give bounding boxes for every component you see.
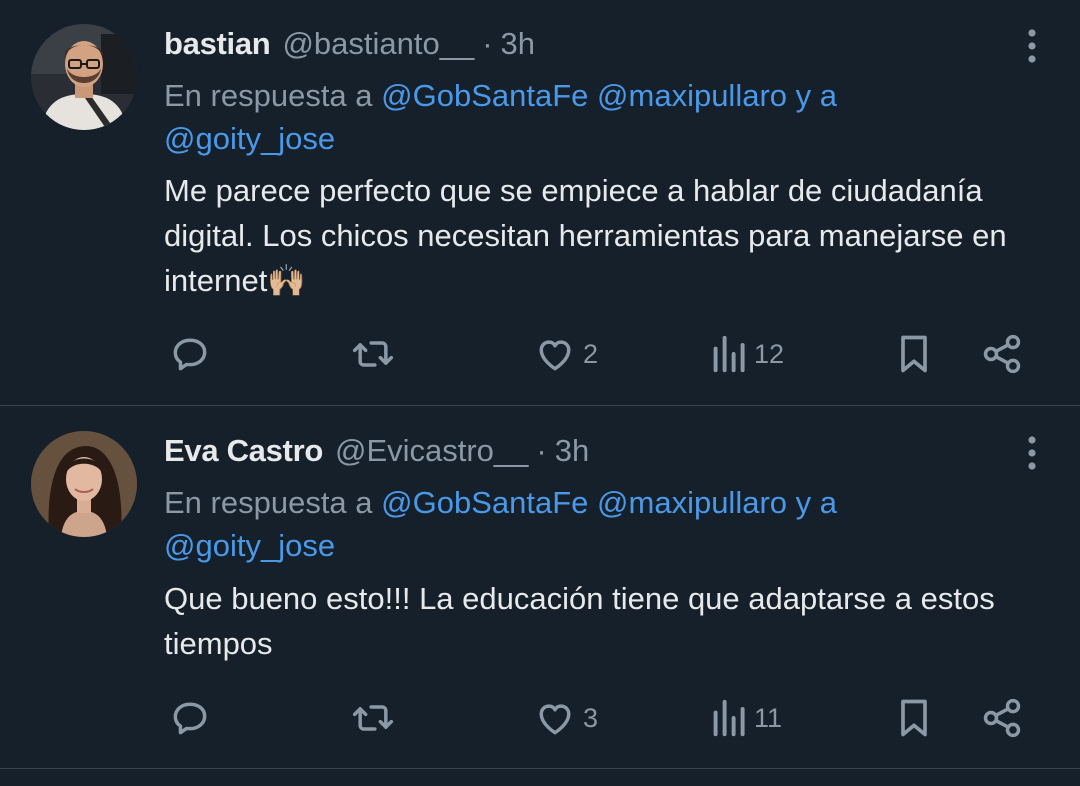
share-button[interactable] bbox=[980, 688, 1024, 748]
mention-link[interactable]: @maxipullaro bbox=[597, 78, 787, 113]
like-icon bbox=[539, 704, 571, 735]
reply-context: En respuesta a @GobSantaFe @maxipullaro … bbox=[164, 481, 1044, 567]
retweet-icon bbox=[352, 341, 394, 367]
mention-joiner: y a bbox=[787, 485, 837, 520]
author-name[interactable]: Eva Castro bbox=[164, 433, 323, 469]
tweet-header: bastian @bastianto__ · 3h bbox=[164, 24, 535, 64]
like-button[interactable]: 2 bbox=[533, 324, 598, 384]
reply-button[interactable] bbox=[168, 324, 212, 384]
like-icon bbox=[539, 340, 571, 371]
timeline: bastian @bastianto__ · 3h En respuesta a… bbox=[0, 0, 1080, 786]
timestamp[interactable]: 3h bbox=[555, 433, 589, 469]
tweet-text: Me parece perfecto que se empiece a habl… bbox=[164, 173, 1007, 298]
avatar[interactable] bbox=[31, 24, 137, 130]
like-count: 2 bbox=[583, 338, 599, 369]
more-vertical-icon bbox=[1028, 29, 1036, 63]
reply-prefix: En respuesta a bbox=[164, 78, 382, 113]
tweet-actions: 3 11 bbox=[0, 688, 1080, 748]
share-icon bbox=[983, 334, 1021, 374]
more-options-button[interactable] bbox=[1022, 26, 1042, 66]
mention-link[interactable]: @goity_jose bbox=[164, 528, 335, 563]
tweet-header: Eva Castro @Evicastro__ · 3h bbox=[164, 431, 589, 471]
views-icon bbox=[713, 699, 745, 737]
tweet[interactable]: bastian @bastianto__ · 3h En respuesta a… bbox=[0, 0, 1080, 406]
retweet-button[interactable] bbox=[350, 688, 396, 748]
views-button[interactable]: 12 bbox=[712, 324, 784, 384]
bookmark-icon bbox=[901, 699, 927, 737]
share-button[interactable] bbox=[980, 324, 1024, 384]
tweet[interactable]: Eva Castro @Evicastro__ · 3h En respuest… bbox=[0, 407, 1080, 769]
tweet-actions: 2 12 bbox=[0, 324, 1080, 384]
reply-icon bbox=[173, 702, 207, 735]
avatar[interactable] bbox=[31, 431, 137, 537]
author-name[interactable]: bastian bbox=[164, 26, 271, 62]
bookmark-icon bbox=[901, 335, 927, 373]
mention-link[interactable]: @GobSantaFe bbox=[381, 485, 588, 520]
views-button[interactable]: 11 bbox=[712, 688, 782, 748]
retweet-icon bbox=[352, 705, 394, 731]
retweet-button[interactable] bbox=[350, 324, 396, 384]
like-button[interactable]: 3 bbox=[533, 688, 598, 748]
views-count: 12 bbox=[754, 338, 785, 369]
views-icon bbox=[713, 335, 745, 373]
mention-joiner: y a bbox=[787, 78, 837, 113]
more-options-button[interactable] bbox=[1022, 433, 1042, 473]
views-count: 11 bbox=[754, 702, 783, 733]
more-vertical-icon bbox=[1028, 436, 1036, 470]
reply-prefix: En respuesta a bbox=[164, 485, 382, 520]
like-count: 3 bbox=[583, 702, 599, 733]
share-icon bbox=[983, 698, 1021, 738]
separator-dot: · bbox=[536, 433, 547, 468]
mention-link[interactable]: @GobSantaFe bbox=[381, 78, 588, 113]
mention-link[interactable]: @maxipullaro bbox=[597, 485, 787, 520]
tweet-text: Que bueno esto!!! La educación tiene que… bbox=[164, 581, 995, 661]
author-handle[interactable]: @Evicastro__ bbox=[335, 433, 528, 469]
bookmark-button[interactable] bbox=[894, 688, 934, 748]
reply-context: En respuesta a @GobSantaFe @maxipullaro … bbox=[164, 74, 1044, 160]
author-handle[interactable]: @bastianto__ bbox=[282, 26, 474, 62]
bookmark-button[interactable] bbox=[894, 324, 934, 384]
mention-link[interactable]: @goity_jose bbox=[164, 121, 335, 156]
separator-dot: · bbox=[482, 26, 493, 61]
reply-icon bbox=[173, 338, 207, 371]
timestamp[interactable]: 3h bbox=[501, 26, 535, 62]
reply-button[interactable] bbox=[168, 688, 212, 748]
